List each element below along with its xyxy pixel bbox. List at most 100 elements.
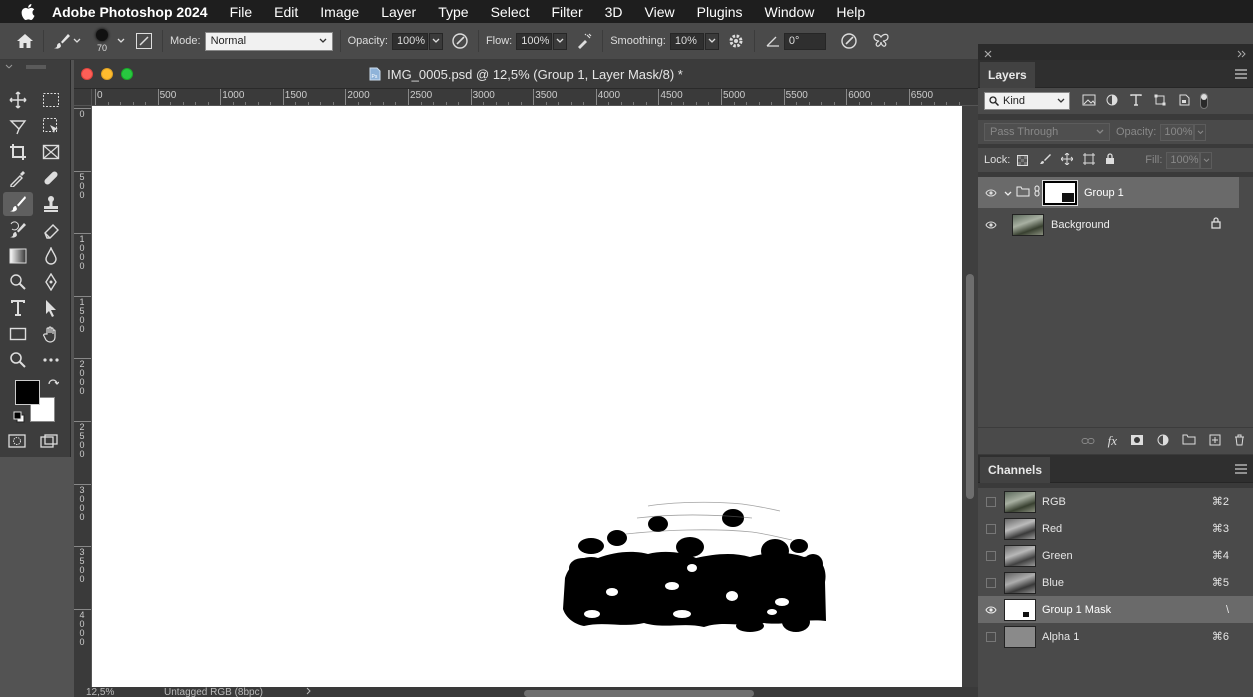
- lock-position-icon[interactable]: [1060, 152, 1074, 168]
- layer-name[interactable]: Group 1: [1084, 187, 1124, 199]
- move-tool-icon[interactable]: [3, 88, 33, 112]
- new-group-icon[interactable]: [1182, 434, 1196, 448]
- object-selection-tool-icon[interactable]: [36, 114, 66, 138]
- canvas-area[interactable]: [92, 106, 962, 687]
- channel-row-rgb[interactable]: RGB ⌘2: [978, 488, 1253, 515]
- add-mask-icon[interactable]: [1130, 434, 1144, 449]
- panel-menu-icon[interactable]: [1235, 463, 1247, 474]
- channels-tab[interactable]: Channels: [980, 457, 1051, 483]
- filter-toggle[interactable]: [1200, 93, 1208, 109]
- layer-row-group[interactable]: Group 1: [978, 177, 1239, 208]
- type-tool-icon[interactable]: [3, 296, 33, 320]
- swap-colors-icon[interactable]: [47, 378, 60, 393]
- lock-transparent-pixels-icon[interactable]: [1017, 154, 1029, 166]
- hand-tool-icon[interactable]: [36, 322, 66, 346]
- quick-mask-icon[interactable]: [8, 434, 26, 451]
- link-layers-icon[interactable]: [1081, 434, 1095, 448]
- close-icon[interactable]: [984, 47, 992, 61]
- chevron-down-icon[interactable]: [73, 35, 81, 47]
- menu-edit[interactable]: Edit: [274, 4, 298, 20]
- chevron-down-icon[interactable]: [1004, 186, 1012, 200]
- lasso-tool-icon[interactable]: [3, 114, 33, 138]
- flow-dropdown[interactable]: [553, 32, 568, 50]
- panel-grip[interactable]: [0, 60, 70, 74]
- eye-icon[interactable]: [978, 221, 1004, 229]
- zoom-tool-icon[interactable]: [3, 348, 33, 372]
- mode-select[interactable]: Normal: [204, 31, 333, 51]
- brush-preset-picker[interactable]: 70: [91, 24, 113, 58]
- fill-input[interactable]: 100%: [1166, 151, 1201, 169]
- visibility-checkbox[interactable]: [978, 496, 1004, 507]
- gear-icon[interactable]: [725, 30, 747, 52]
- smart-object-filter-icon[interactable]: [1178, 94, 1190, 109]
- history-brush-tool-icon[interactable]: [3, 218, 33, 242]
- healing-brush-tool-icon[interactable]: [36, 166, 66, 190]
- symmetry-butterfly-icon[interactable]: [870, 30, 892, 52]
- horizontal-scrollbar-thumb[interactable]: [524, 690, 754, 697]
- menu-view[interactable]: View: [645, 4, 675, 20]
- minimize-window-button[interactable]: [101, 68, 113, 80]
- path-selection-tool-icon[interactable]: [36, 296, 66, 320]
- zoom-level[interactable]: 12,5%: [86, 687, 114, 697]
- layer-opacity-input[interactable]: 100%: [1160, 123, 1195, 141]
- chevron-down-icon[interactable]: [117, 35, 125, 47]
- opacity-dropdown[interactable]: [428, 32, 443, 50]
- filter-kind-select[interactable]: Kind: [984, 92, 1070, 110]
- eyedropper-tool-icon[interactable]: [3, 166, 33, 190]
- fill-dropdown[interactable]: [1200, 151, 1213, 169]
- shape-filter-icon[interactable]: [1154, 94, 1166, 109]
- foreground-color-swatch[interactable]: [15, 380, 40, 405]
- ruler-corner[interactable]: [74, 89, 92, 106]
- visibility-checkbox[interactable]: [978, 550, 1004, 561]
- ruler-horizontal[interactable]: 0 500 1000 1500 2000 2500 3000 3500 4000 4500 5000…: [92, 89, 978, 106]
- channel-row-blue[interactable]: Blue ⌘5: [978, 569, 1253, 596]
- channel-row-alpha[interactable]: Alpha 1 ⌘6: [978, 623, 1253, 650]
- menu-filter[interactable]: Filter: [552, 4, 583, 20]
- opacity-input[interactable]: 100%: [391, 32, 428, 50]
- ruler-vertical[interactable]: 0 500 1000 1500 2000 2500 3000 3500 4000: [74, 106, 92, 687]
- rectangle-tool-icon[interactable]: [3, 322, 33, 346]
- chevron-right-icon[interactable]: [306, 687, 312, 697]
- menu-window[interactable]: Window: [765, 4, 815, 20]
- link-icon[interactable]: [1034, 185, 1040, 200]
- dodge-tool-icon[interactable]: [3, 270, 33, 294]
- fx-icon[interactable]: fx: [1108, 433, 1117, 449]
- lock-all-icon[interactable]: [1105, 152, 1115, 168]
- layer-mask-thumbnail[interactable]: [1042, 179, 1078, 206]
- menu-image[interactable]: Image: [320, 4, 359, 20]
- close-window-button[interactable]: [81, 68, 93, 80]
- pen-tool-icon[interactable]: [36, 270, 66, 294]
- layer-name[interactable]: Background: [1051, 219, 1110, 231]
- default-colors-icon[interactable]: [13, 411, 25, 426]
- angle-input[interactable]: 0°: [783, 32, 826, 50]
- new-layer-icon[interactable]: [1209, 434, 1221, 449]
- eye-icon[interactable]: [978, 606, 1004, 614]
- collapse-panels-icon[interactable]: [1237, 47, 1247, 61]
- frame-tool-icon[interactable]: [36, 140, 66, 164]
- channel-row-red[interactable]: Red ⌘3: [978, 515, 1253, 542]
- pixel-filter-icon[interactable]: [1082, 94, 1096, 109]
- more-tools-icon[interactable]: [36, 348, 66, 372]
- vertical-scrollbar-thumb[interactable]: [966, 274, 974, 499]
- blend-mode-select[interactable]: Pass Through: [984, 123, 1110, 141]
- lock-artboard-icon[interactable]: [1083, 152, 1096, 168]
- smoothing-input[interactable]: 10%: [669, 32, 704, 50]
- layer-opacity-dropdown[interactable]: [1194, 123, 1207, 141]
- brush-settings-icon[interactable]: [133, 30, 155, 52]
- gradient-tool-icon[interactable]: [3, 244, 33, 268]
- maximize-window-button[interactable]: [121, 68, 133, 80]
- visibility-checkbox[interactable]: [978, 577, 1004, 588]
- menu-select[interactable]: Select: [491, 4, 530, 20]
- marquee-tool-icon[interactable]: [36, 88, 66, 112]
- adjustment-filter-icon[interactable]: [1106, 94, 1118, 109]
- home-icon[interactable]: [14, 30, 36, 52]
- menu-help[interactable]: Help: [836, 4, 865, 20]
- apple-icon[interactable]: [17, 3, 39, 20]
- document-canvas[interactable]: [92, 106, 962, 687]
- brush-tool-icon[interactable]: [3, 192, 33, 216]
- flow-input[interactable]: 100%: [516, 32, 553, 50]
- blur-tool-icon[interactable]: [36, 244, 66, 268]
- visibility-checkbox[interactable]: [978, 631, 1004, 642]
- panel-menu-icon[interactable]: [1235, 68, 1247, 79]
- visibility-checkbox[interactable]: [978, 523, 1004, 534]
